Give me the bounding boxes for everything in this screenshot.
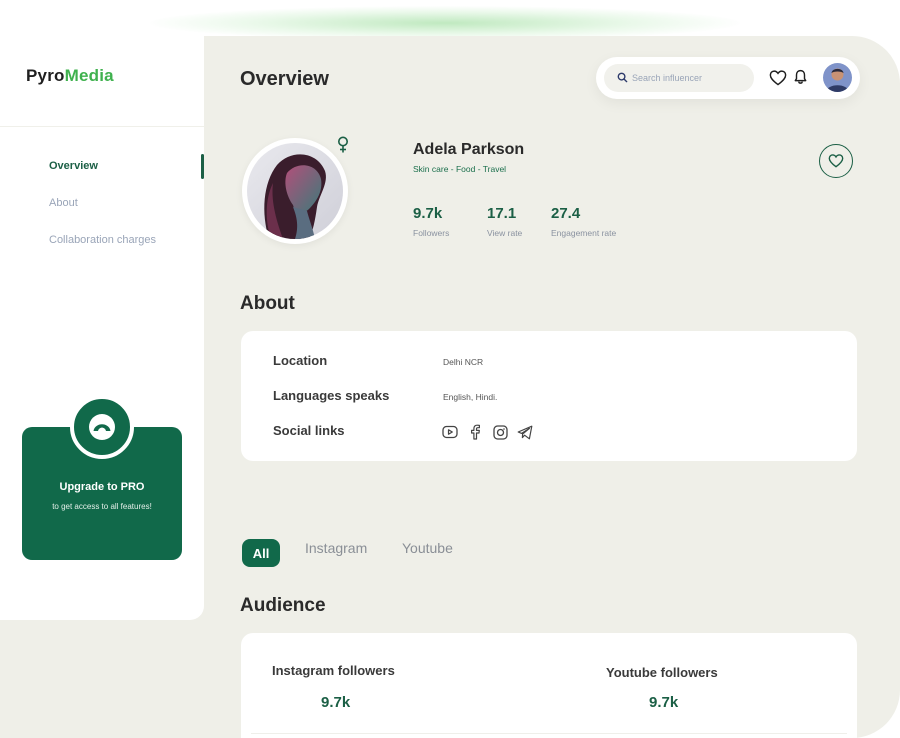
heart-icon[interactable] — [769, 70, 787, 86]
about-key-location: Location — [273, 353, 328, 368]
stat-view-rate-label: View rate — [487, 228, 523, 238]
female-icon — [338, 136, 348, 153]
bell-icon[interactable] — [794, 69, 807, 85]
influencer-name: Adela Parkson — [413, 141, 525, 158]
social-links — [441, 423, 534, 441]
about-section-title: About — [240, 293, 295, 314]
sidebar-item-overview[interactable]: Overview — [49, 160, 98, 172]
heart-icon — [828, 154, 844, 168]
profile-photo-frame — [242, 138, 348, 244]
youtube-followers-value: 9.7k — [649, 694, 679, 711]
promo-icon-badge — [70, 395, 134, 459]
search-box[interactable] — [604, 64, 754, 92]
instagram-icon[interactable] — [491, 423, 509, 441]
stat-view-rate-value: 17.1 — [487, 205, 517, 222]
stat-followers-label: Followers — [413, 228, 450, 238]
influencer-categories: Skin care - Food - Travel — [413, 164, 507, 174]
sidebar-divider — [0, 126, 204, 127]
favorite-button[interactable] — [819, 144, 853, 178]
avatar[interactable] — [823, 63, 852, 92]
audience-section-title: Audience — [240, 595, 326, 616]
promo-title[interactable]: Upgrade to PRO — [22, 481, 182, 493]
logo-text-primary: Pyro — [26, 66, 65, 85]
top-action-bar — [596, 57, 860, 99]
promo-subtitle: to get access to all features! — [52, 502, 152, 511]
about-card: Location Delhi NCR Languages speaks Engl… — [241, 331, 857, 461]
youtube-followers-label: Youtube followers — [606, 665, 718, 680]
sidebar: PyroMedia Overview About Collaboration c… — [0, 36, 204, 620]
instagram-followers-value: 9.7k — [321, 694, 351, 711]
tab-youtube[interactable]: Youtube — [402, 540, 453, 556]
active-nav-indicator — [201, 154, 204, 179]
sidebar-item-collaboration-charges[interactable]: Collaboration charges — [49, 234, 156, 246]
stat-engagement-label: Engagement rate — [551, 228, 617, 238]
instagram-followers-label: Instagram followers — [272, 663, 395, 678]
audience-card: Instagram followers 9.7k Youtube followe… — [241, 633, 857, 738]
search-input[interactable] — [632, 64, 750, 92]
app-canvas: PyroMedia Overview About Collaboration c… — [0, 36, 900, 738]
telegram-icon[interactable] — [516, 423, 534, 441]
youtube-icon[interactable] — [441, 423, 459, 441]
stat-engagement-value: 27.4 — [551, 205, 581, 222]
sidebar-item-about[interactable]: About — [49, 197, 78, 209]
page-title: Overview — [240, 68, 329, 90]
logo-text-accent: Media — [64, 66, 114, 85]
about-key-social-links: Social links — [273, 423, 345, 438]
audience-divider — [251, 733, 847, 734]
profile-photo — [247, 143, 343, 239]
top-glow — [150, 6, 740, 40]
about-value-languages: English, Hindi. — [443, 392, 498, 402]
logo-mark-icon — [89, 414, 115, 440]
app-logo[interactable]: PyroMedia — [26, 66, 114, 86]
search-icon — [617, 72, 628, 83]
tab-instagram[interactable]: Instagram — [305, 540, 367, 556]
about-key-languages: Languages speaks — [273, 388, 390, 403]
about-value-location: Delhi NCR — [443, 357, 484, 367]
tab-all[interactable]: All — [242, 539, 280, 567]
facebook-icon[interactable] — [466, 423, 484, 441]
stat-followers-value: 9.7k — [413, 205, 443, 222]
